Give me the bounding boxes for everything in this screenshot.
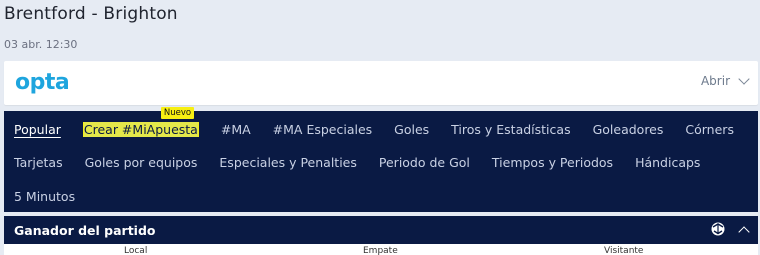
match-title: Brentford - Brighton (4, 4, 178, 24)
column-visitante: Visitante (604, 246, 644, 255)
nav-item-popular[interactable]: Popular (14, 122, 61, 137)
market-title: Ganador del partido (14, 223, 156, 238)
market-category-nav: Popular Crear #MiApuesta Nuevo #MA #MA E… (4, 106, 758, 212)
nav-item-goleadores[interactable]: Goleadores (593, 122, 664, 137)
chevron-down-icon (738, 72, 750, 85)
chevron-up-icon[interactable] (738, 225, 750, 238)
nav-row-1: Popular Crear #MiApuesta Nuevo #MA #MA E… (14, 106, 756, 139)
nav-item-goles[interactable]: Goles (394, 122, 429, 137)
nav-item-periodo-de-gol[interactable]: Periodo de Gol (379, 155, 470, 170)
nav-item-tiros-estadisticas[interactable]: Tiros y Estadísticas (451, 122, 570, 137)
opta-logo: opta (15, 70, 70, 95)
opta-open-toggle[interactable]: Abrir (700, 72, 750, 88)
opta-stats-bar[interactable]: opta Abrir (4, 61, 758, 105)
nav-item-corners[interactable]: Córners (685, 122, 734, 137)
nav-item-ma-especiales[interactable]: #MA Especiales (273, 122, 373, 137)
new-badge: Nuevo (160, 106, 195, 119)
nav-item-crear-miapuesta-label: Crear #MiApuesta (83, 121, 198, 137)
nav-item-especiales-penalties[interactable]: Especiales y Penalties (219, 155, 356, 170)
market-header-ganador[interactable]: Ganador del partido (4, 216, 758, 244)
nav-item-crear-miapuesta[interactable]: Crear #MiApuesta Nuevo (82, 106, 199, 137)
nav-row-3: 5 Minutos (14, 186, 97, 206)
bet-builder-icon[interactable] (710, 221, 726, 237)
opta-toggle-label: Abrir (700, 74, 730, 88)
nav-item-goles-por-equipos[interactable]: Goles por equipos (85, 155, 198, 170)
market-header-icons (710, 221, 750, 238)
nav-item-ma[interactable]: #MA (221, 122, 251, 137)
match-date: 03 abr. 12:30 (4, 38, 78, 51)
market-columns-header: Local Empate Visitante (4, 244, 758, 255)
nav-item-handicaps[interactable]: Hándicaps (635, 155, 700, 170)
column-local: Local (124, 246, 148, 255)
column-empate: Empate (363, 246, 398, 255)
nav-row-2: Tarjetas Goles por equipos Especiales y … (14, 152, 722, 172)
nav-item-5-minutos[interactable]: 5 Minutos (14, 189, 75, 204)
nav-item-tarjetas[interactable]: Tarjetas (14, 155, 63, 170)
nav-item-tiempos-periodos[interactable]: Tiempos y Periodos (492, 155, 613, 170)
